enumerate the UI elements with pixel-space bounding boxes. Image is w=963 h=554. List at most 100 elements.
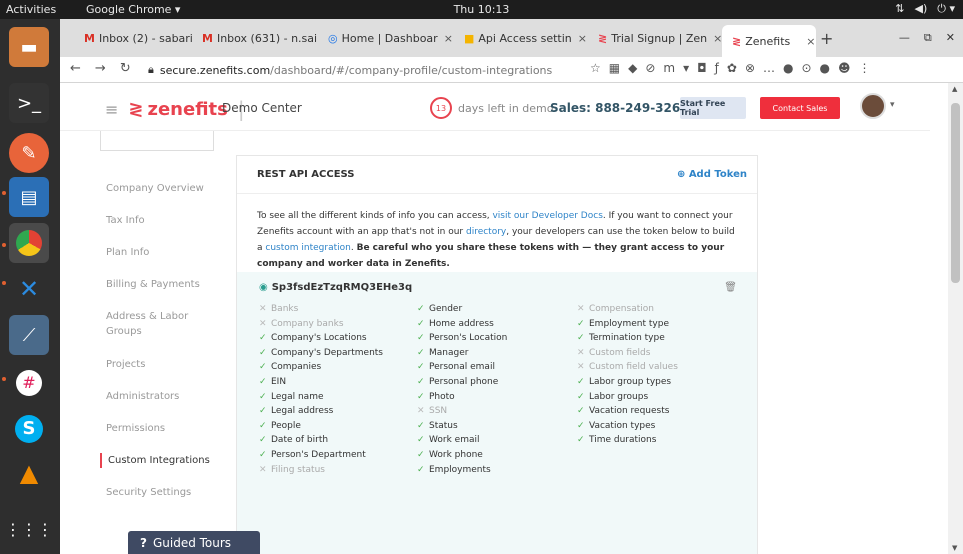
scroll-down-icon[interactable]: ▼	[952, 544, 957, 552]
extension-icon[interactable]: ⊘	[645, 61, 655, 75]
card-header: REST API ACCESS ⊕ Add Token	[237, 156, 757, 194]
permission-item: ✓ Employments	[417, 463, 507, 478]
scroll-up-icon[interactable]: ▲	[952, 85, 957, 93]
files-icon[interactable]: ▬	[9, 27, 49, 67]
zenefits-logo[interactable]: ≷ zenefits	[128, 99, 227, 120]
forward-icon[interactable]: →	[95, 61, 106, 76]
days-left-text: days left in demo	[458, 101, 554, 115]
extension-icon[interactable]: ƒ	[715, 61, 719, 75]
permission-label: Legal address	[271, 406, 334, 417]
sidebar-item-permissions[interactable]: Permissions	[106, 421, 165, 436]
sidebar-item-custom-integrations[interactable]: Custom Integrations	[100, 453, 210, 468]
permission-item: ✓ Personal email	[417, 360, 507, 375]
more-menu-icon[interactable]: ⋮	[859, 61, 871, 75]
check-icon: ✓	[259, 376, 267, 387]
check-icon: ✓	[577, 435, 585, 446]
tab-home-dashboard[interactable]: ◎ Home | Dashboar ×	[318, 25, 454, 51]
terminal-icon[interactable]: >_	[9, 83, 49, 123]
permission-item: ✓ People	[259, 419, 383, 434]
minimize-icon[interactable]: —	[899, 31, 910, 45]
close-icon[interactable]: ×	[806, 35, 815, 48]
permission-item: ✓ Person's Location	[417, 331, 507, 346]
extension-icon[interactable]: m	[663, 61, 675, 75]
sidebar-item-company-overview[interactable]: Company Overview	[106, 181, 204, 196]
eye-icon[interactable]: ◉	[259, 282, 268, 293]
close-icon[interactable]: ×	[578, 32, 587, 45]
activities-button[interactable]: Activities	[6, 3, 56, 16]
extension-icon[interactable]: ◆	[628, 61, 637, 75]
demo-center-link[interactable]: Demo Center	[222, 101, 302, 115]
extension-icon[interactable]: ⊗	[745, 61, 755, 75]
check-icon: ✓	[577, 376, 585, 387]
sidebar-item-security-settings[interactable]: Security Settings	[106, 485, 191, 500]
vscode-icon[interactable]: ✕	[9, 269, 49, 309]
back-icon[interactable]: ←	[70, 61, 81, 76]
token-panel: ◉ Sp3fsdEzTzqRMQ3EHe3q 🗑︎ ✕ Banks ✕ Company …	[237, 272, 757, 554]
cross-icon: ✕	[577, 362, 585, 373]
slack-icon[interactable]: #	[9, 363, 49, 403]
vlc-icon[interactable]: ▲	[9, 453, 49, 493]
permission-item: ✓ Person's Department	[259, 448, 383, 463]
custom-integration-link[interactable]: custom integration	[265, 243, 350, 253]
extension-icon[interactable]: ●	[820, 61, 830, 75]
add-token-button[interactable]: ⊕ Add Token	[677, 169, 747, 180]
sidebar-item-plan-info[interactable]: Plan Info	[106, 245, 149, 260]
profile-avatar-icon[interactable]: ☻	[838, 61, 851, 75]
chrome-icon[interactable]	[9, 223, 49, 263]
sidebar-item-address-labor-groups[interactable]: Address & Labor Groups	[106, 309, 206, 339]
skype-icon[interactable]: S	[9, 409, 49, 449]
tab-inbox-1[interactable]: MInbox (2) - sabari@×	[74, 25, 192, 51]
avatar[interactable]	[860, 93, 886, 119]
trash-icon[interactable]: 🗑︎	[724, 282, 737, 293]
permission-item: ✓ Companies	[259, 360, 383, 375]
check-icon: ✓	[417, 347, 425, 358]
browser-toolbar: ← → ↻ 🔒︎ secure.zenefits.com/dashboard/#…	[60, 57, 963, 83]
text-editor-icon[interactable]: ✎	[9, 133, 49, 173]
close-window-icon[interactable]: ✕	[946, 31, 955, 45]
extension-icon[interactable]: ⊙	[801, 61, 811, 75]
tab-api-access[interactable]: ■ Api Access settin ×	[454, 25, 588, 51]
permission-item: ✕ Filing status	[259, 463, 383, 478]
cross-icon: ✕	[259, 304, 267, 314]
developer-docs-link[interactable]: visit our Developer Docs	[492, 211, 602, 221]
system-tray[interactable]: ⇅ ◀) ⏻ ▾	[895, 2, 955, 16]
gmail-icon: M	[202, 31, 213, 45]
close-icon[interactable]: ×	[444, 32, 453, 45]
extension-icon[interactable]: ◘	[697, 61, 707, 75]
extension-icon[interactable]: ✿	[727, 61, 737, 75]
page-scrollbar[interactable]: ▲ ▼	[948, 83, 963, 554]
extension-icon[interactable]: ▦	[609, 61, 620, 75]
extension-icon[interactable]: ▾	[683, 61, 689, 75]
contact-sales-button[interactable]: Contact Sales	[760, 97, 840, 119]
guided-tours-button[interactable]: ? Guided Tours	[128, 531, 260, 554]
hamburger-menu-icon[interactable]: ≡	[105, 100, 118, 119]
permission-item: ✓ Company's Departments	[259, 346, 383, 361]
sidebar-item-administrators[interactable]: Administrators	[106, 389, 179, 404]
close-icon[interactable]: ×	[713, 32, 722, 45]
scrollbar-thumb[interactable]	[951, 103, 960, 283]
extension-icon[interactable]: …	[763, 61, 775, 75]
permission-label: Custom field values	[589, 362, 678, 373]
permission-item: ✓ Status	[417, 419, 507, 434]
show-applications-icon[interactable]: ⋮⋮⋮	[5, 509, 53, 549]
maximize-icon[interactable]: ⧉	[924, 31, 932, 45]
document-viewer-icon[interactable]: ▤	[9, 177, 49, 217]
app-menu[interactable]: Google Chrome ▾	[86, 3, 180, 16]
tab-trial-signup[interactable]: ≷ Trial Signup | Zen ×	[588, 25, 722, 51]
bookmark-star-icon[interactable]: ☆	[590, 61, 601, 75]
tab-zenefits[interactable]: ≷ Zenefits ×	[722, 25, 816, 57]
directory-link[interactable]: directory	[466, 227, 506, 237]
sidebar-item-billing[interactable]: Billing & Payments	[106, 277, 200, 292]
extension-icon[interactable]: ●	[783, 61, 793, 75]
sidebar-item-projects[interactable]: Projects	[106, 357, 145, 372]
start-free-trial-button[interactable]: Start Free Trial	[680, 97, 746, 119]
permission-label: Companies	[271, 362, 322, 373]
reload-icon[interactable]: ↻	[120, 61, 131, 76]
tab-inbox-2[interactable]: MInbox (631) - n.sai×	[192, 25, 318, 51]
clock[interactable]: Thu 10:13	[454, 3, 510, 16]
sidebar-item-tax-info[interactable]: Tax Info	[106, 213, 145, 228]
permission-label: Status	[429, 420, 458, 431]
chevron-down-icon[interactable]: ▾	[890, 100, 895, 110]
new-tab-button[interactable]: +	[820, 29, 833, 48]
wireshark-icon[interactable]: ⟋	[9, 315, 49, 355]
